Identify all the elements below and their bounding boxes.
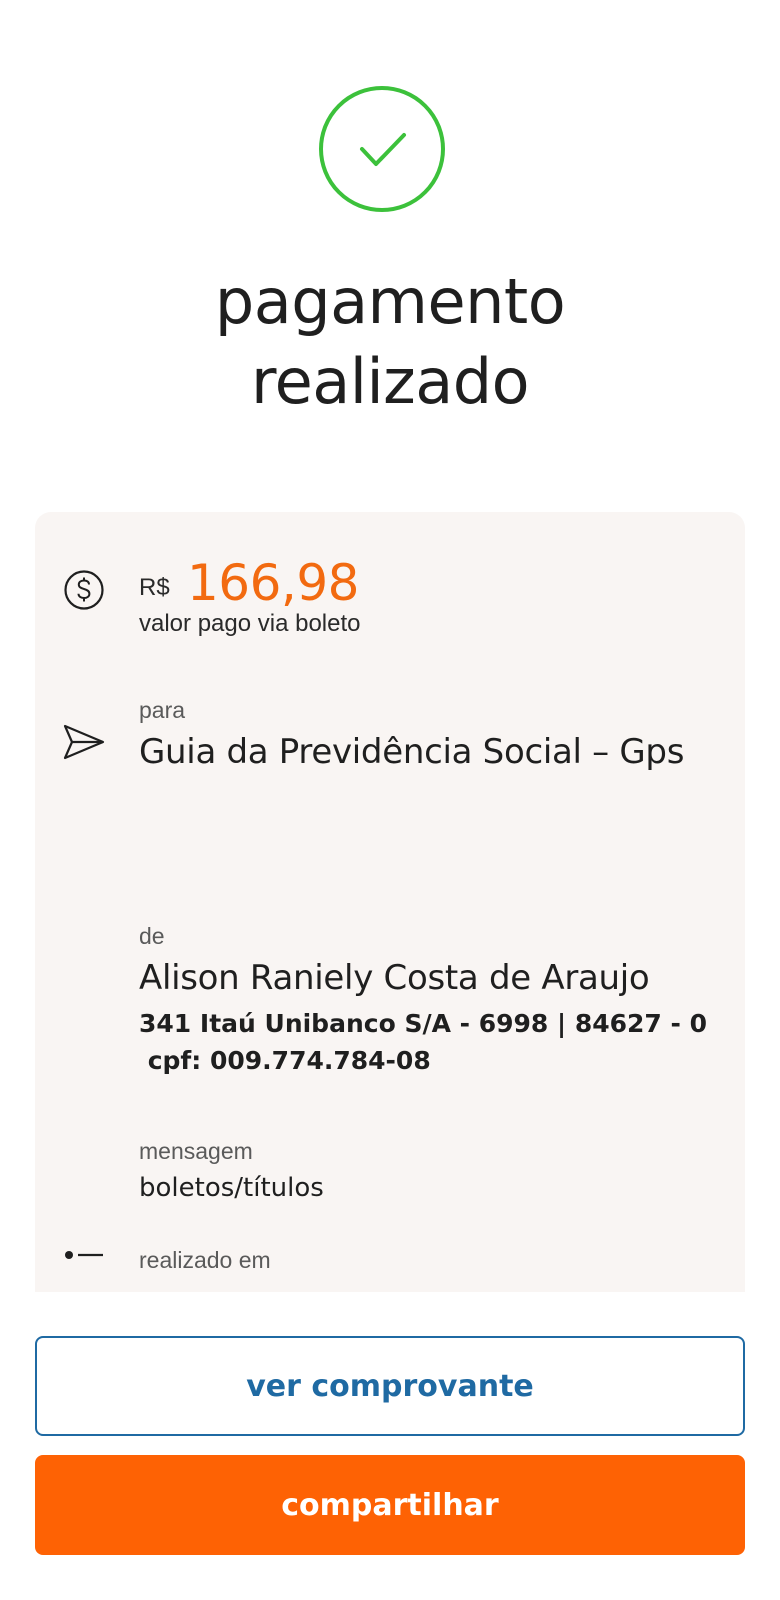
title-line-1: pagamento — [214, 265, 566, 338]
payer-cpf-line: cpf: 009.774.784-08 — [139, 1046, 431, 1075]
message-label: mensagem — [139, 1138, 253, 1164]
amount-value: 166,98 — [187, 554, 359, 612]
payer-label: de — [139, 923, 165, 949]
title-line-2: realizado — [250, 345, 530, 418]
page-title: pagamento realizado — [0, 262, 780, 422]
list-icon — [65, 1251, 103, 1259]
recipient-label: para — [139, 697, 186, 723]
send-icon — [63, 724, 105, 760]
recipient-name: Guia da Previdência Social – Gps — [139, 732, 685, 772]
check-circle-icon — [319, 86, 445, 212]
currency-symbol: R$ — [139, 574, 170, 601]
share-button[interactable]: compartilhar — [35, 1455, 745, 1555]
date-label: realizado em — [139, 1247, 271, 1273]
payment-details-card[interactable]: R$ 166,98 valor pago via boleto para Gui… — [35, 512, 745, 1292]
scroll-cutoff — [0, 1292, 780, 1322]
view-receipt-button[interactable]: ver comprovante — [35, 1336, 745, 1436]
payer-bank-line: 341 Itaú Unibanco S/A - 6998 | 84627 - 0 — [139, 1009, 707, 1038]
message-value: boletos/títulos — [139, 1173, 324, 1203]
amount-caption: valor pago via boleto — [139, 610, 361, 637]
dollar-circle-icon — [64, 570, 104, 610]
payer-name: Alison Raniely Costa de Araujo — [139, 958, 650, 998]
